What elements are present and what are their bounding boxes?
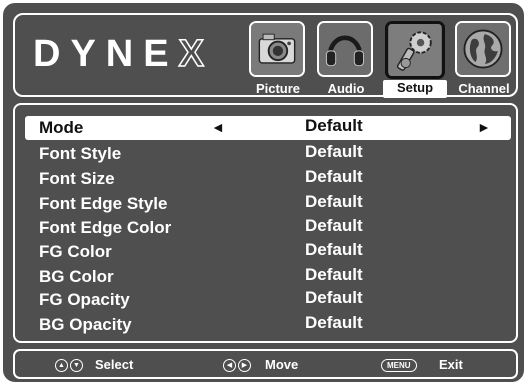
headphones-icon [317,21,373,77]
setting-value: Default [305,167,363,186]
setting-name: Font Edge Style [39,194,168,213]
tab-label: Channel [458,81,510,96]
setting-name: Font Size [39,169,115,188]
footer-hints: ▲ ▼ Select ◀ ▶ Move MENU Exit [13,349,518,379]
menu-key-icon: MENU [381,355,417,375]
tab-label: Picture [255,81,301,96]
globe-icon [455,21,511,77]
setting-name: BG Opacity [39,315,132,334]
setting-value: Default [305,192,363,211]
setting-value: Default [305,116,363,135]
setting-value: Default [305,313,363,332]
setting-row-font-size[interactable]: Font Size Default [25,167,511,191]
setting-name: FG Color [39,242,112,261]
setting-name: Mode [39,118,84,137]
tab-picture[interactable]: Picture [249,21,311,97]
hint-move-label: Move [265,357,299,372]
hint-exit-label: Exit [439,357,463,372]
logo-x: X [178,33,214,75]
left-right-keys-icon: ◀ ▶ [223,355,253,375]
setting-row-bg-opacity[interactable]: BG Opacity Default [25,313,511,337]
setting-row-font-edge-style[interactable]: Font Edge Style Default [25,192,511,216]
setting-value: Default [305,142,363,161]
setting-row-font-style[interactable]: Font Style Default [25,142,511,166]
setting-name: Font Style [39,144,122,163]
settings-list: Mode ◄ Default ► Font Style Default Font… [13,103,518,343]
setting-value: Default [305,288,363,307]
left-arrow-icon[interactable]: ◄ [211,117,225,137]
up-down-keys-icon: ▲ ▼ [55,355,85,375]
tab-setup[interactable]: Setup [383,21,447,98]
menu-header: DYNEX Picture Audio Setup Channel [13,13,518,98]
logo-text: DYNE [33,33,179,75]
tab-audio[interactable]: Audio [317,21,379,97]
dynex-logo: DYNEX [33,33,214,75]
setting-row-fg-opacity[interactable]: FG Opacity Default [25,288,511,312]
tv-menu-frame: DYNEX Picture Audio Setup Channel Mode ◄… [3,3,524,382]
right-arrow-icon[interactable]: ► [477,117,491,137]
tab-label: Audio [327,81,365,96]
setting-row-mode[interactable]: Mode ◄ Default ► [25,116,511,140]
setting-name: BG Color [39,267,114,286]
tools-icon [385,21,445,79]
setting-row-bg-color[interactable]: BG Color Default [25,265,511,289]
hint-select-label: Select [95,357,134,372]
setting-value: Default [305,240,363,259]
setting-row-font-edge-color[interactable]: Font Edge Color Default [25,216,511,240]
setting-name: Font Edge Color [39,218,172,237]
tab-label: Setup [383,80,447,98]
setting-value: Default [305,265,363,284]
tab-channel[interactable]: Channel [455,21,517,97]
camera-icon [249,21,305,77]
setting-row-fg-color[interactable]: FG Color Default [25,240,511,264]
setting-value: Default [305,216,363,235]
setting-name: FG Opacity [39,290,130,309]
